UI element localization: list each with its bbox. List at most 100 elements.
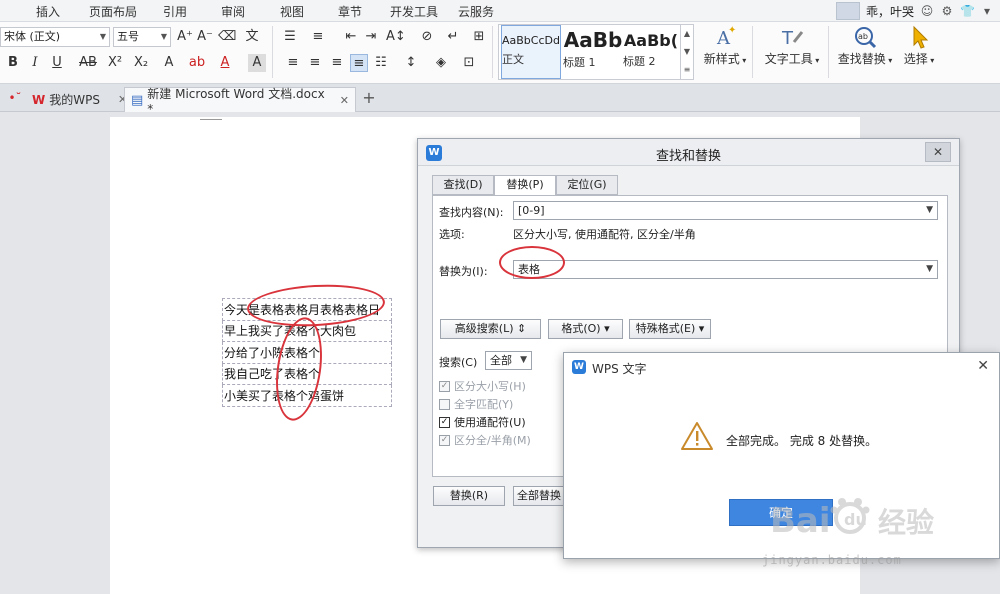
message-text: 全部完成。 完成 8 处替换。	[726, 434, 878, 448]
find-replace-icon: ab	[855, 27, 877, 49]
find-input[interactable]: [0-9] ▼	[513, 201, 938, 220]
wildcards-label: 使用通配符(U)	[454, 416, 526, 429]
menu-review[interactable]: 审阅	[221, 3, 245, 20]
text-direction-icon[interactable]: A↕	[386, 28, 406, 46]
number-list-icon[interactable]: ≡	[309, 28, 327, 46]
strikethrough-icon[interactable]: AB	[76, 54, 100, 72]
search-direction-select[interactable]: 全部 ▼	[485, 351, 532, 370]
user-avatar[interactable]	[835, 2, 860, 20]
gallery-scroll[interactable]: ▲ ▼ ≡	[680, 25, 693, 79]
menu-developer[interactable]: 开发工具	[390, 3, 438, 20]
whole-word-label: 全字匹配(Y)	[454, 398, 514, 411]
close-button[interactable]: ✕	[925, 142, 951, 162]
close-icon[interactable]: ✕	[977, 358, 989, 374]
checkbox-box: ✓	[439, 416, 450, 428]
font-size-combo[interactable]: 五号 ▼	[113, 27, 171, 47]
phonetic-icon[interactable]: 文	[240, 28, 264, 46]
close-icon[interactable]: ✕	[340, 94, 349, 107]
bullet-list-icon[interactable]: ☰	[281, 28, 299, 46]
tab-my-wps[interactable]: W 我的WPS ✕	[26, 87, 133, 112]
checkbox-box	[439, 398, 450, 410]
align-left-icon[interactable]: ≡	[284, 54, 302, 72]
user-name[interactable]: 乖，叶哭	[866, 3, 914, 20]
menu-chapter[interactable]: 章节	[338, 3, 362, 20]
tab-document[interactable]: ▤ 新建 Microsoft Word 文档.docx * ✕	[124, 87, 356, 116]
search-direction-value: 全部	[490, 354, 512, 367]
text-effect-icon[interactable]: A	[160, 54, 178, 72]
wps-logo-icon: W	[572, 360, 586, 374]
style-gallery[interactable]: AaBbCcDd 正文 AaBb 标题 1 AaBb( 标题 2 ▲ ▼ ≡	[498, 24, 694, 80]
clear-format-icon[interactable]: ⌫	[218, 28, 236, 46]
show-marks-icon[interactable]: ↵	[444, 28, 462, 46]
special-format-button[interactable]: 特殊格式(E) ▾	[629, 319, 711, 339]
font-color-icon[interactable]: A	[216, 54, 234, 72]
format-label: 格式(O)	[561, 322, 601, 335]
chevron-down-icon: ▼	[520, 355, 527, 365]
chevron-down-icon: ▼	[160, 32, 167, 41]
select-button[interactable]: 选择 ▾	[898, 24, 940, 67]
grow-font-icon[interactable]: A⁺	[176, 28, 194, 46]
line-spacing-icon[interactable]: ↕	[402, 54, 420, 72]
highlight-icon[interactable]: ab	[188, 54, 206, 72]
justify-icon[interactable]: ≡	[350, 54, 368, 72]
format-button[interactable]: 格式(O) ▾	[548, 319, 623, 339]
chevron-down-icon[interactable]: ▾	[980, 4, 994, 18]
subscript-icon[interactable]: X₂	[132, 54, 150, 72]
chevron-down-icon: ▼	[926, 205, 933, 215]
svg-text:Bai: Bai	[770, 501, 831, 541]
tab-goto[interactable]: 定位(G)	[556, 175, 618, 195]
find-value: [0-9]	[518, 204, 545, 217]
underline-icon[interactable]: U	[48, 54, 66, 72]
chinese-layout-icon[interactable]: ⊘	[418, 28, 436, 46]
shirt-icon[interactable]: 👕	[960, 4, 975, 18]
pin-icon[interactable]: •˘	[6, 89, 24, 107]
find-replace-button[interactable]: ab 查找替换 ▾	[834, 24, 896, 67]
tab-document-label: 新建 Microsoft Word 文档.docx *	[147, 86, 325, 116]
replace-button[interactable]: 替换(R)	[433, 486, 505, 506]
borders-icon[interactable]: ⊡	[460, 54, 478, 72]
menu-page-layout[interactable]: 页面布局	[89, 3, 137, 20]
distributed-icon[interactable]: ☷	[372, 54, 390, 72]
menu-insert[interactable]: 插入	[36, 3, 60, 20]
cursor-icon	[913, 25, 929, 49]
message-title: WPS 文字	[592, 362, 647, 376]
italic-icon[interactable]: I	[26, 54, 44, 72]
find-label: 查找内容(N):	[439, 206, 504, 219]
new-tab-icon[interactable]: +	[360, 89, 378, 107]
style-heading-2[interactable]: AaBb( 标题 2	[623, 25, 679, 79]
increase-indent-icon[interactable]: ⇥	[362, 28, 380, 46]
new-style-label: 新样式	[703, 52, 740, 66]
whole-word-checkbox[interactable]: 全字匹配(Y)	[439, 396, 513, 412]
advanced-search-button[interactable]: 高级搜索(L) ⇕	[440, 319, 541, 339]
font-name-combo[interactable]: 宋体 (正文) ▼	[0, 27, 110, 47]
dialog-titlebar: W 查找和替换 ✕	[418, 139, 959, 166]
settings-icon[interactable]: ⚙	[940, 4, 954, 18]
decrease-indent-icon[interactable]: ⇤	[342, 28, 360, 46]
match-case-label: 区分大小写(H)	[454, 380, 526, 393]
new-style-button[interactable]: A ✦ 新样式 ▾	[700, 24, 750, 67]
wps-logo-icon: W	[32, 92, 46, 107]
text-tools-button[interactable]: T 文字工具 ▾	[760, 24, 824, 67]
wildcards-checkbox[interactable]: ✓ 使用通配符(U)	[439, 414, 526, 430]
match-case-checkbox[interactable]: ✓ 区分大小写(H)	[439, 378, 526, 394]
menu-view[interactable]: 视图	[280, 3, 304, 20]
shrink-font-icon[interactable]: A⁻	[196, 28, 214, 46]
shading-fill-icon[interactable]: ◈	[432, 54, 450, 72]
width-sensitive-checkbox[interactable]: ✓ 区分全/半角(M)	[439, 432, 531, 448]
menu-cloud[interactable]: 云服务	[458, 3, 494, 20]
superscript-icon[interactable]: X²	[106, 54, 124, 72]
tab-replace[interactable]: 替换(P)	[494, 175, 556, 196]
table-icon[interactable]: ⊞	[470, 28, 488, 46]
align-center-icon[interactable]: ≡	[306, 54, 324, 72]
menu-references[interactable]: 引用	[163, 3, 187, 20]
replace-input[interactable]: 表格 ▼	[513, 260, 938, 279]
baidu-jingyan-logo: Bai du 经验	[770, 498, 934, 541]
document-tab-strip: •˘ W 我的WPS ✕ ▤ 新建 Microsoft Word 文档.docx…	[0, 84, 1000, 116]
bold-icon[interactable]: B	[4, 54, 22, 72]
align-right-icon[interactable]: ≡	[328, 54, 346, 72]
style-normal[interactable]: AaBbCcDd 正文	[501, 25, 561, 79]
char-shading-icon[interactable]: A	[248, 54, 266, 72]
tab-find[interactable]: 查找(D)	[432, 175, 494, 195]
style-heading-1[interactable]: AaBb 标题 1	[563, 25, 623, 79]
skin-icon[interactable]: ☺	[920, 4, 934, 18]
